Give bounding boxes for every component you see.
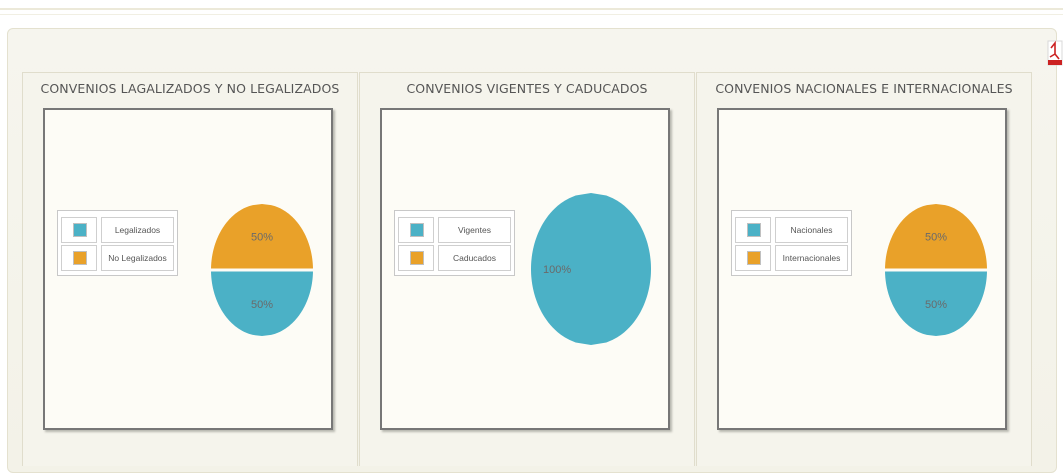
pie-chart: 100% [531, 193, 651, 345]
chart-title: CONVENIOS NACIONALES E INTERNACIONALES [715, 81, 1013, 96]
chart-box: Legalizados No Legalizados 50% 50% [43, 108, 333, 430]
pdf-icon[interactable] [1047, 40, 1063, 66]
chart-title: CONVENIOS VIGENTES Y CADUCADOS [406, 81, 648, 96]
pie-chart: 50% 50% [211, 204, 313, 336]
pie-data-label: 50% [925, 299, 947, 311]
pie-data-label: 50% [925, 231, 947, 243]
chart-panel-nacionales: CONVENIOS NACIONALES E INTERNACIONALES N… [696, 72, 1032, 466]
chart-panel-vigentes: CONVENIOS VIGENTES Y CADUCADOS Vigentes … [359, 72, 695, 466]
pie-data-label: 100% [543, 264, 571, 276]
chart-panel-legalizados: CONVENIOS LAGALIZADOS Y NO LEGALIZADOS L… [22, 72, 358, 466]
pie-chart: 50% 50% [885, 204, 987, 336]
chart-title: CONVENIOS LAGALIZADOS Y NO LEGALIZADOS [40, 81, 340, 96]
top-divider-secondary [0, 14, 1063, 15]
pie-data-label: 50% [251, 231, 273, 243]
chart-box: Vigentes Caducados 100% [380, 108, 670, 430]
top-divider [0, 8, 1063, 10]
pie-data-label: 50% [251, 299, 273, 311]
chart-box: Nacionales Internacionales 50% 50% [717, 108, 1007, 430]
